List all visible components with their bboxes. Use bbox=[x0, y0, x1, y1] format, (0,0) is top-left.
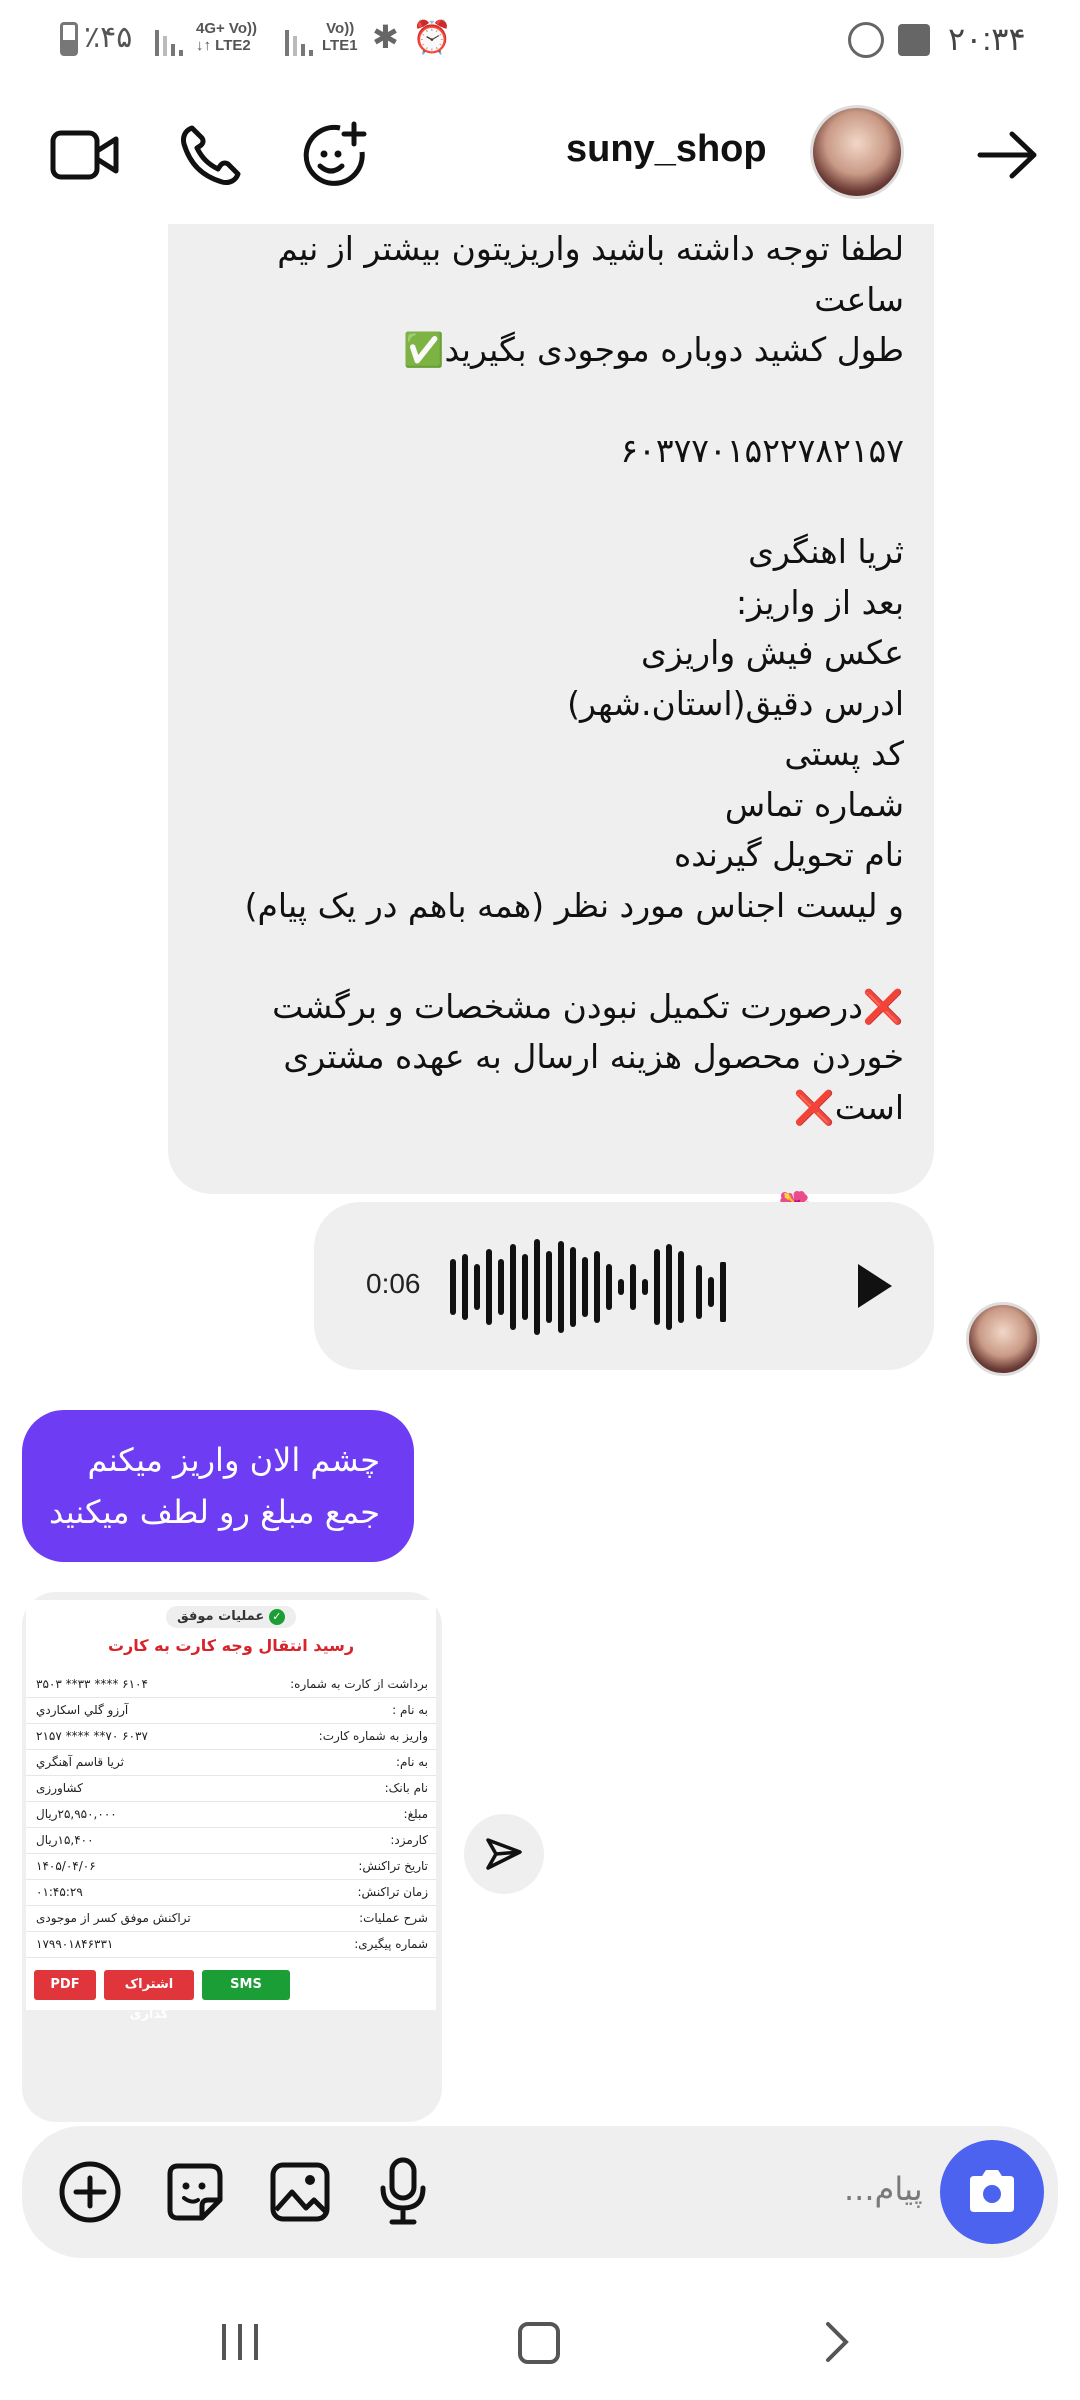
voice-duration: 0:06 bbox=[366, 1268, 421, 1299]
voice-message[interactable]: 0:06 bbox=[314, 1202, 934, 1370]
incoming-message-bubble[interactable]: لطفا توجه داشته باشید واریزیتون بیشتر از… bbox=[168, 224, 934, 1228]
receipt-image: ✓ عملیات موفق رسید انتقال وجه کارت به کا… bbox=[26, 1600, 436, 2022]
receipt-row-value: ۶۱۰۴ **** ۳۳** ۳۵۰۳ bbox=[36, 1677, 148, 1691]
fingerprint-icon bbox=[848, 22, 884, 58]
image-message[interactable]: ✓ عملیات موفق رسید انتقال وجه کارت به کا… bbox=[22, 1592, 442, 2122]
receipt-title: رسید انتقال وجه کارت به کارت bbox=[107, 1636, 355, 1655]
alarm-icon: ⏰ bbox=[412, 18, 452, 56]
receipt-row-value: ۶۰۳۷ ۷۰** **** ۲۱۵۷ bbox=[36, 1729, 148, 1743]
phone-icon[interactable] bbox=[178, 122, 242, 186]
gallery-icon[interactable] bbox=[268, 2160, 332, 2228]
chat-header: suny_shop bbox=[0, 90, 1080, 220]
battery-icon bbox=[60, 22, 78, 56]
outgoing-message-bubble[interactable]: چشم الان واریز میکنم جمع مبلغ رو لطف میک… bbox=[22, 1410, 414, 1562]
receipt-row-value: تراکنش موفق کسر از موجودی bbox=[36, 1911, 191, 1925]
sender-avatar[interactable] bbox=[966, 1302, 1040, 1376]
receipt-row-label: شماره پیگیری: bbox=[354, 1937, 428, 1951]
receipt-row: برداشت از کارت به شماره: ۶۱۰۴ **** ۳۳** ۳… bbox=[26, 1672, 436, 1698]
receipt-row: تاریخ تراکنش: ۱۴۰۵/۰۴/۰۶ bbox=[26, 1854, 436, 1880]
message-composer: پیام... bbox=[22, 2126, 1058, 2258]
receipt-row-value: کشاورزی bbox=[36, 1781, 83, 1795]
waveform-tail bbox=[694, 1261, 854, 1326]
camera-icon bbox=[970, 2170, 1014, 2212]
play-icon[interactable] bbox=[854, 1260, 896, 1316]
receipt-row: به نام: ثريا قاسم آهنگري bbox=[26, 1750, 436, 1776]
receipt-row-value: ۱۴۰۵/۰۴/۰۶ bbox=[36, 1859, 96, 1873]
network-type-lte2: 4G+ Vo)) ↓↑ LTE2 bbox=[196, 20, 257, 54]
add-person-icon[interactable] bbox=[300, 120, 370, 190]
receipt-row: زمان تراکنش: ۰۱:۴۵:۲۹ bbox=[26, 1880, 436, 1906]
signal-icon bbox=[155, 24, 183, 56]
battery-level: ٪۴۵ bbox=[84, 21, 133, 54]
receipt-row-label: کارمزد: bbox=[390, 1833, 428, 1847]
receipt-row-value: ۱۵,۴۰۰ریال bbox=[36, 1833, 94, 1847]
gallery-icon bbox=[898, 24, 930, 56]
outgoing-message-text: چشم الان واریز میکنم جمع مبلغ رو لطف میک… bbox=[48, 1441, 380, 1531]
back-arrow-icon[interactable] bbox=[976, 130, 1040, 180]
chat-username[interactable]: suny_shop bbox=[566, 128, 767, 171]
check-icon: ✓ bbox=[268, 1608, 285, 1625]
receipt-row-value: ثريا قاسم آهنگري bbox=[36, 1755, 124, 1769]
receipt-row-label: به نام: bbox=[395, 1755, 428, 1769]
message-input[interactable]: پیام... bbox=[844, 2170, 923, 2208]
avatar[interactable] bbox=[810, 105, 904, 199]
receipt-row-label: واریز به شماره کارت: bbox=[318, 1729, 428, 1743]
receipt-row-value: ۲۵,۹۵۰,۰۰۰ریال bbox=[36, 1807, 117, 1821]
receipt-row-label: مبلغ: bbox=[403, 1807, 428, 1821]
clock: ۲۰:۳۴ bbox=[948, 21, 1026, 57]
waveform bbox=[450, 1239, 684, 1335]
receipt-row-value: ۱۷۹۹۰۱۸۴۶۳۳۱ bbox=[36, 1937, 114, 1951]
recent-apps-button[interactable] bbox=[220, 2320, 260, 2368]
receipt-row-label: نام بانک: bbox=[384, 1781, 428, 1795]
receipt-row: شرح عملیات: تراکنش موفق کسر از موجودی bbox=[26, 1906, 436, 1932]
camera-button[interactable] bbox=[940, 2140, 1044, 2244]
bluetooth-icon: ✱ bbox=[372, 18, 399, 56]
receipt-row-label: شرح عملیات: bbox=[359, 1911, 428, 1925]
share-button: اشتراک گذاری bbox=[104, 1970, 194, 2022]
share-message-button[interactable] bbox=[464, 1814, 544, 1894]
receipt-row-label: زمان تراکنش: bbox=[357, 1885, 428, 1899]
receipt-row: کارمزد: ۱۵,۴۰۰ریال bbox=[26, 1828, 436, 1854]
back-button[interactable] bbox=[822, 2320, 852, 2368]
receipt-row-label: تاریخ تراکنش: bbox=[358, 1859, 428, 1873]
receipt-row: شماره پیگیری: ۱۷۹۹۰۱۸۴۶۳۳۱ bbox=[26, 1932, 436, 1958]
receipt-row: مبلغ: ۲۵,۹۵۰,۰۰۰ریال bbox=[26, 1802, 436, 1828]
signal-icon bbox=[285, 24, 313, 56]
status-badge: ✓ عملیات موفق bbox=[166, 1606, 296, 1628]
microphone-icon[interactable] bbox=[378, 2156, 428, 2232]
sticker-icon[interactable] bbox=[162, 2160, 226, 2228]
pdf-button: PDF bbox=[34, 1970, 96, 2000]
receipt-row-value: آرزو گلي اسكاردي bbox=[36, 1703, 129, 1717]
sms-button: SMS bbox=[202, 1970, 290, 2000]
status-bar: ٪۴۵ 4G+ Vo)) ↓↑ LTE2 Vo)) LTE1 ✱ ⏰ ۲۰:۳۴ bbox=[0, 0, 1080, 80]
incoming-message-text: لطفا توجه داشته باشید واریزیتون بیشتر از… bbox=[244, 229, 904, 1228]
receipt-row-label: برداشت از کارت به شماره: bbox=[290, 1677, 428, 1691]
paper-plane-icon bbox=[486, 1838, 522, 1870]
network-type-lte1: Vo)) LTE1 bbox=[322, 20, 358, 54]
home-button[interactable] bbox=[518, 2322, 560, 2364]
receipt-row-value: ۰۱:۴۵:۲۹ bbox=[36, 1885, 83, 1899]
video-call-icon[interactable] bbox=[50, 125, 120, 185]
receipt-row: واریز به شماره کارت: ۶۰۳۷ ۷۰** **** ۲۱۵۷ bbox=[26, 1724, 436, 1750]
add-icon[interactable] bbox=[58, 2160, 122, 2228]
receipt-row-label: به نام : bbox=[392, 1703, 428, 1717]
receipt-row: نام بانک: کشاورزی bbox=[26, 1776, 436, 1802]
receipt-row: به نام : آرزو گلي اسكاردي bbox=[26, 1698, 436, 1724]
